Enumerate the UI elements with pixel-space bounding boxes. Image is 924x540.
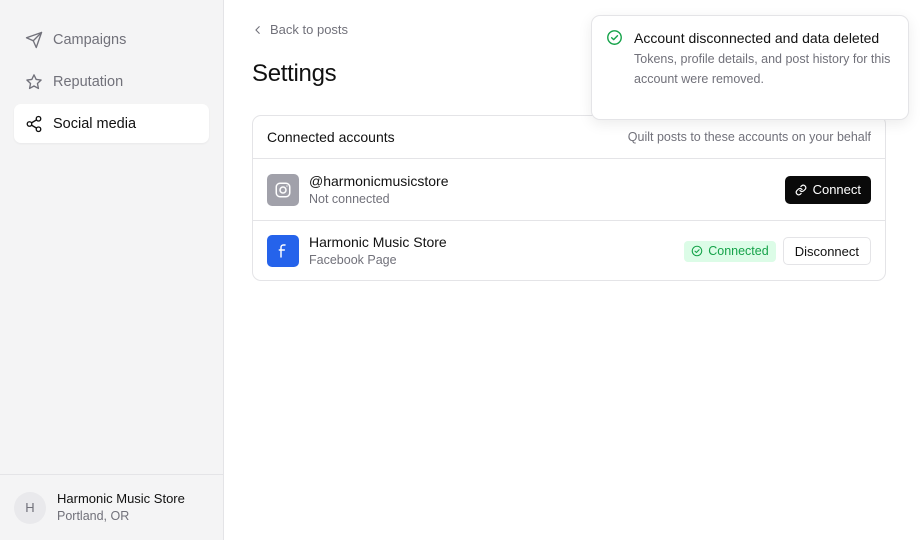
card-subtitle: Quilt posts to these accounts on your be…	[627, 130, 871, 144]
card-title: Connected accounts	[267, 129, 395, 145]
store-location: Portland, OR	[57, 509, 130, 523]
link-icon	[795, 184, 807, 196]
toast-notification: Account disconnected and data deleted To…	[591, 15, 909, 120]
connected-badge-label: Connected	[708, 244, 769, 258]
sidebar-item-label: Reputation	[53, 73, 124, 90]
toast-title: Account disconnected and data deleted	[634, 30, 880, 46]
account-status: Not connected	[309, 191, 390, 206]
account-info: Harmonic Music Store Facebook Page	[309, 233, 684, 269]
check-circle-icon	[691, 245, 703, 257]
toast-body: Tokens, profile details, and post histor…	[634, 52, 891, 86]
share-icon	[24, 114, 43, 133]
account-info: @harmonicmusicstore Not connected	[309, 172, 785, 208]
sidebar-item-reputation[interactable]: Reputation	[14, 62, 209, 101]
sidebar-nav: Campaigns Reputation Social media	[14, 20, 209, 146]
connect-button-label: Connect	[812, 182, 861, 197]
account-row-facebook: Harmonic Music Store Facebook Page Conne…	[253, 220, 885, 281]
account-name: Harmonic Music Store	[309, 234, 447, 250]
instagram-icon	[267, 173, 299, 206]
star-icon	[24, 72, 43, 91]
chevron-left-icon	[253, 25, 263, 35]
sidebar-item-label: Campaigns	[53, 31, 127, 48]
account-status: Facebook Page	[309, 253, 397, 267]
facebook-icon	[267, 235, 299, 267]
back-to-posts-link[interactable]: Back to posts	[253, 22, 348, 37]
back-link-label: Back to posts	[270, 22, 349, 37]
account-name: @harmonicmusicstore	[309, 172, 449, 189]
account-row-instagram: @harmonicmusicstore Not connected Connec…	[253, 159, 885, 220]
account-switcher[interactable]: H Harmonic Music Store Portland, OR	[0, 474, 224, 540]
send-icon	[24, 30, 43, 49]
toast-content: Account disconnected and data deleted To…	[634, 28, 894, 119]
disconnect-button[interactable]: Disconnect	[782, 237, 871, 265]
store-info: Harmonic Music Store Portland, OR	[57, 490, 185, 525]
page-title: Settings	[252, 60, 337, 87]
connected-badge: Connected	[684, 240, 776, 262]
card-header: Connected accounts Quilt posts to these …	[253, 116, 885, 159]
check-circle-icon	[606, 28, 623, 119]
avatar: H	[14, 491, 46, 524]
sidebar-item-campaigns[interactable]: Campaigns	[14, 20, 209, 59]
connected-accounts-card: Connected accounts Quilt posts to these …	[252, 115, 886, 281]
sidebar-item-label: Social media	[53, 115, 137, 132]
sidebar-item-social-media[interactable]: Social media	[14, 104, 209, 143]
sidebar: Campaigns Reputation Social media H Harm…	[0, 0, 224, 540]
connect-button[interactable]: Connect	[784, 175, 871, 204]
store-name: Harmonic Music Store	[57, 491, 185, 506]
